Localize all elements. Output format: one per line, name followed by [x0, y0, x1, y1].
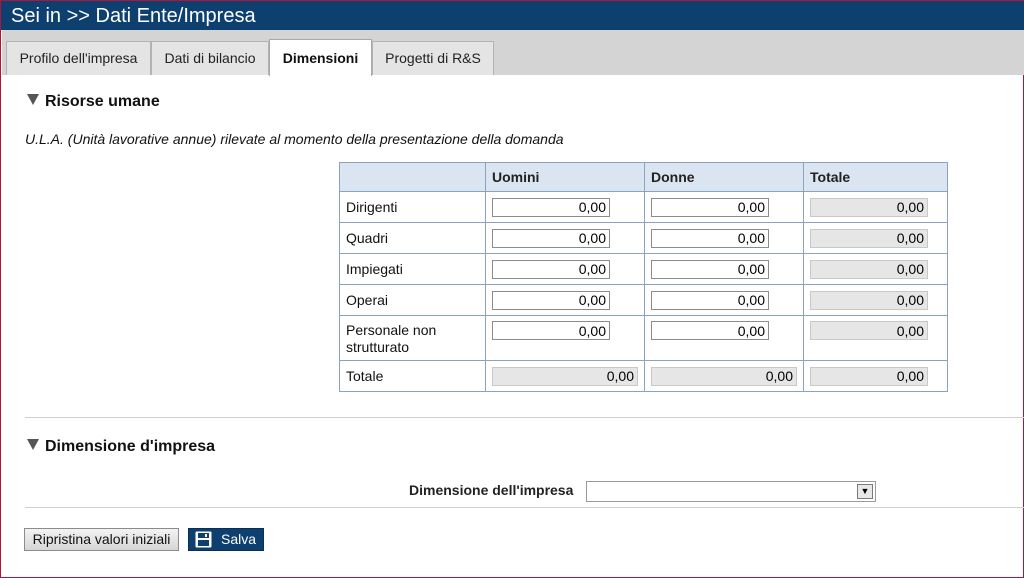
tab-progetti-rs[interactable]: Progetti di R&S [372, 41, 494, 75]
section-title: Risorse umane [45, 93, 160, 110]
collapse-triangle-icon[interactable] [27, 94, 39, 105]
column-header-uomini: Uomini [485, 162, 645, 192]
cell-grand-total [803, 360, 948, 392]
cell-totale [803, 222, 948, 254]
section-risorse-umane[interactable]: Risorse umane [27, 93, 160, 111]
table-header-row: Uomini Donne Totale [339, 162, 948, 192]
ula-table: Uomini Donne Totale Dirigenti Quadri Imp… [339, 162, 948, 392]
save-button-label: Salva [221, 531, 257, 547]
cell-totale [803, 315, 948, 361]
column-header-totale: Totale [803, 162, 948, 192]
totale-readonly-field [810, 197, 928, 217]
dimensione-field-label: Dimensione dell'impresa [409, 482, 574, 498]
cell-uomini [485, 315, 645, 361]
row-label: Quadri [339, 222, 486, 254]
reset-button[interactable]: Ripristina valori iniziali [24, 528, 179, 551]
donne-input[interactable] [651, 259, 769, 279]
cell-donne [644, 191, 804, 223]
cell-uomini-total [485, 360, 645, 392]
totale-readonly-field [810, 259, 928, 279]
donne-input[interactable] [651, 290, 769, 310]
collapse-triangle-icon[interactable] [27, 439, 39, 450]
cell-totale [803, 191, 948, 223]
section-divider [25, 507, 1024, 508]
cell-uomini [485, 191, 645, 223]
donne-input[interactable] [651, 321, 769, 340]
cell-totale [803, 284, 948, 316]
cell-donne [644, 253, 804, 285]
section-title: Dimensione d'impresa [45, 438, 216, 455]
cell-uomini [485, 253, 645, 285]
section-divider [25, 417, 1024, 418]
tab-bar: Profilo dell'impresa Dati di bilancio Di… [2, 30, 1024, 76]
cell-donne [644, 284, 804, 316]
row-label: Dirigenti [339, 191, 486, 223]
totale-readonly-field [810, 290, 928, 310]
totale-readonly-field [810, 321, 928, 340]
table-row-totale: Totale [339, 360, 948, 392]
row-label: Totale [339, 360, 486, 392]
ula-subtitle: U.L.A. (Unità lavorative annue) rilevate… [25, 131, 564, 147]
totale-readonly-field [810, 228, 928, 248]
table-row: Quadri [339, 222, 948, 254]
floppy-disk-icon [195, 531, 212, 548]
uomini-input[interactable] [492, 290, 610, 310]
save-button[interactable]: Salva [188, 528, 264, 551]
cell-uomini [485, 222, 645, 254]
window-frame: Sei in >> Dati Ente/Impresa Profilo dell… [0, 0, 1024, 578]
uomini-input[interactable] [492, 228, 610, 248]
donne-total-field [651, 366, 797, 386]
row-label: Operai [339, 284, 486, 316]
tab-dati-bilancio[interactable]: Dati di bilancio [151, 41, 269, 75]
grand-total-field [810, 366, 928, 386]
donne-input[interactable] [651, 228, 769, 248]
cell-donne-total [644, 360, 804, 392]
row-label: Impiegati [339, 253, 486, 285]
uomini-input[interactable] [492, 321, 610, 340]
section-dimensione-impresa[interactable]: Dimensione d'impresa [27, 438, 215, 456]
cell-uomini [485, 284, 645, 316]
donne-input[interactable] [651, 197, 769, 217]
dimensione-select[interactable]: ▼ [586, 481, 876, 502]
table-row: Operai [339, 284, 948, 316]
cell-totale [803, 253, 948, 285]
page-title: Sei in >> Dati Ente/Impresa [1, 0, 1024, 30]
column-header-donne: Donne [644, 162, 804, 192]
cell-donne [644, 222, 804, 254]
tab-dimensioni[interactable]: Dimensioni [269, 39, 372, 76]
uomini-total-field [492, 366, 638, 386]
table-row: Personale non strutturato [339, 315, 948, 361]
uomini-input[interactable] [492, 259, 610, 279]
dropdown-arrow-icon[interactable]: ▼ [857, 484, 873, 499]
tab-profilo-impresa[interactable]: Profilo dell'impresa [6, 41, 151, 75]
row-label: Personale non strutturato [339, 315, 486, 361]
uomini-input[interactable] [492, 197, 610, 217]
table-row: Impiegati [339, 253, 948, 285]
cell-donne [644, 315, 804, 361]
column-header-empty [339, 162, 486, 192]
table-row: Dirigenti [339, 191, 948, 223]
